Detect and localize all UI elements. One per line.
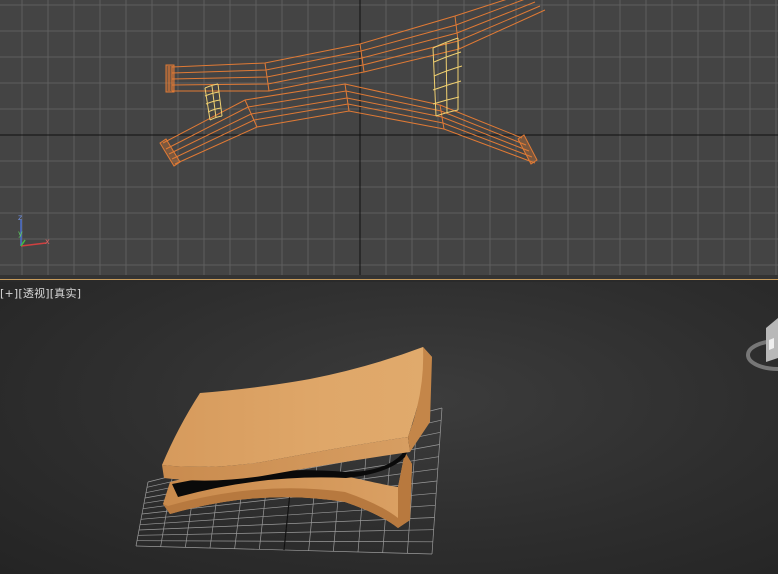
viewport-label: [+][透视][真实] (0, 285, 81, 301)
viewport-menu-button[interactable]: [+] (0, 287, 18, 300)
top-viewport[interactable]: z y x (0, 0, 778, 275)
perspective-grid-line (431, 407, 443, 555)
upper-band-end-cap (165, 64, 175, 93)
viewport-view-button[interactable]: [透视] (18, 287, 49, 300)
axis-z-label: z (18, 213, 22, 222)
perspective-canvas[interactable] (0, 282, 778, 574)
lower-band-wire (162, 83, 536, 165)
viewport-divider[interactable] (0, 275, 778, 282)
viewport-shading-button[interactable]: [真实] (50, 287, 81, 300)
top-grid (0, 0, 778, 275)
viewcube-highlight (769, 338, 774, 350)
axis-y-label: y (18, 229, 23, 238)
selected-connector-left[interactable] (204, 83, 223, 121)
top-viewport-canvas[interactable]: z y x (0, 0, 778, 275)
shaded-object[interactable] (162, 347, 432, 528)
viewcube[interactable] (746, 318, 778, 371)
perspective-viewport[interactable]: [+][透视][真实] (0, 282, 778, 574)
axis-x-label: x (45, 237, 50, 246)
upper-band-wire (171, 0, 546, 92)
axis-gizmo: z y x (18, 213, 50, 247)
